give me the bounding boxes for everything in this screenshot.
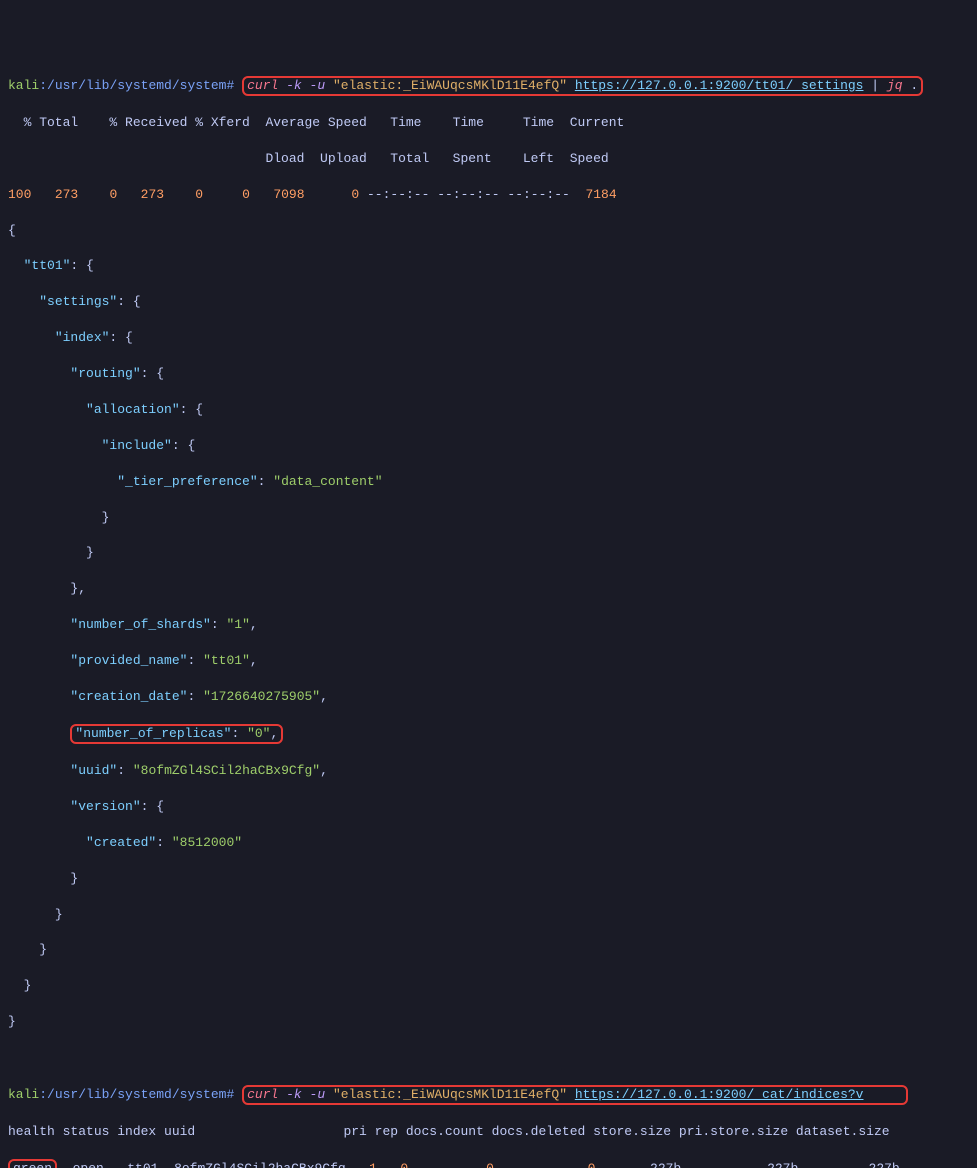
json-output: { xyxy=(8,222,969,240)
highlight-cmd-2: curl -k -u "elastic:_EiWAUqcsMKlD11E4efQ… xyxy=(242,1085,907,1105)
prompt-line-2: kali:/usr/lib/systemd/system# curl -k -u… xyxy=(8,1085,969,1105)
highlight-replicas: "number_of_replicas": "0", xyxy=(70,724,283,744)
highlight-health: green xyxy=(8,1159,57,1168)
hostname: kali xyxy=(8,78,39,93)
cat-indices-header: health status index uuid pri rep docs.co… xyxy=(8,1123,969,1141)
curl-header-2: Dload Upload Total Spent Left Speed xyxy=(8,150,969,168)
curl-header-1: % Total % Received % Xferd Average Speed… xyxy=(8,114,969,132)
cwd: /usr/lib/systemd/system xyxy=(47,78,226,93)
curl-auth: "elastic:_EiWAUqcsMKlD11E4efQ" xyxy=(333,78,567,93)
curl-url-2: https://127.0.0.1:9200/_cat/indices?v xyxy=(575,1087,864,1102)
cat-indices-row: green open tt01 8ofmZGl4SCil2haCBx9Cfg 1… xyxy=(8,1159,969,1168)
curl-url-1: https://127.0.0.1:9200/tt01/_settings xyxy=(575,78,864,93)
highlight-cmd-1: curl -k -u "elastic:_EiWAUqcsMKlD11E4efQ… xyxy=(242,76,923,96)
curl-cmd: curl xyxy=(247,78,278,93)
prompt-line-1: kali:/usr/lib/systemd/system# curl -k -u… xyxy=(8,76,969,96)
curl-stats: 100 273 0 273 0 0 7098 0 --:--:-- --:--:… xyxy=(8,186,969,204)
